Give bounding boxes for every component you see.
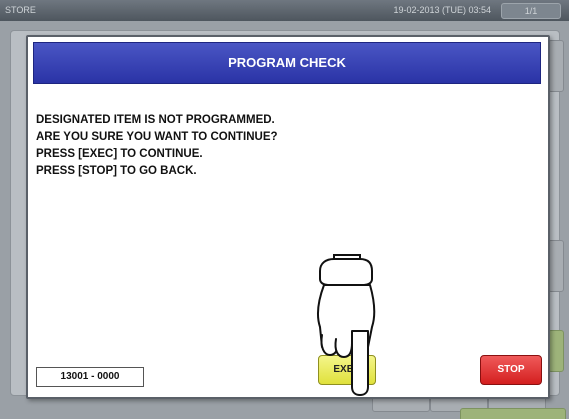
- stop-button[interactable]: STOP: [480, 355, 542, 385]
- background-button: [548, 330, 564, 372]
- message-line: PRESS [STOP] TO GO BACK.: [36, 165, 197, 177]
- message-line: PRESS [EXEC] TO CONTINUE.: [36, 148, 203, 160]
- hand-pointer-icon: [316, 254, 376, 396]
- date-time: 19-02-2013 (TUE) 03:54: [393, 5, 491, 15]
- dialog-title: PROGRAM CHECK: [33, 42, 541, 84]
- background-button: [460, 408, 566, 419]
- status-bar: STORE 19-02-2013 (TUE) 03:54 1/1: [0, 0, 569, 21]
- background-tab: [548, 240, 564, 292]
- screen: STORE 19-02-2013 (TUE) 03:54 1/1 PROGRAM…: [0, 0, 569, 419]
- program-check-dialog: PROGRAM CHECK DESIGNATED ITEM IS NOT PRO…: [26, 35, 550, 399]
- message-line: DESIGNATED ITEM IS NOT PROGRAMMED.: [36, 114, 275, 126]
- background-tab: [548, 40, 564, 92]
- message-line: ARE YOU SURE YOU WANT TO CONTINUE?: [36, 131, 278, 143]
- item-code-field: 13001 - 0000: [36, 367, 144, 387]
- page-indicator: 1/1: [501, 3, 561, 19]
- store-label: STORE: [5, 5, 36, 15]
